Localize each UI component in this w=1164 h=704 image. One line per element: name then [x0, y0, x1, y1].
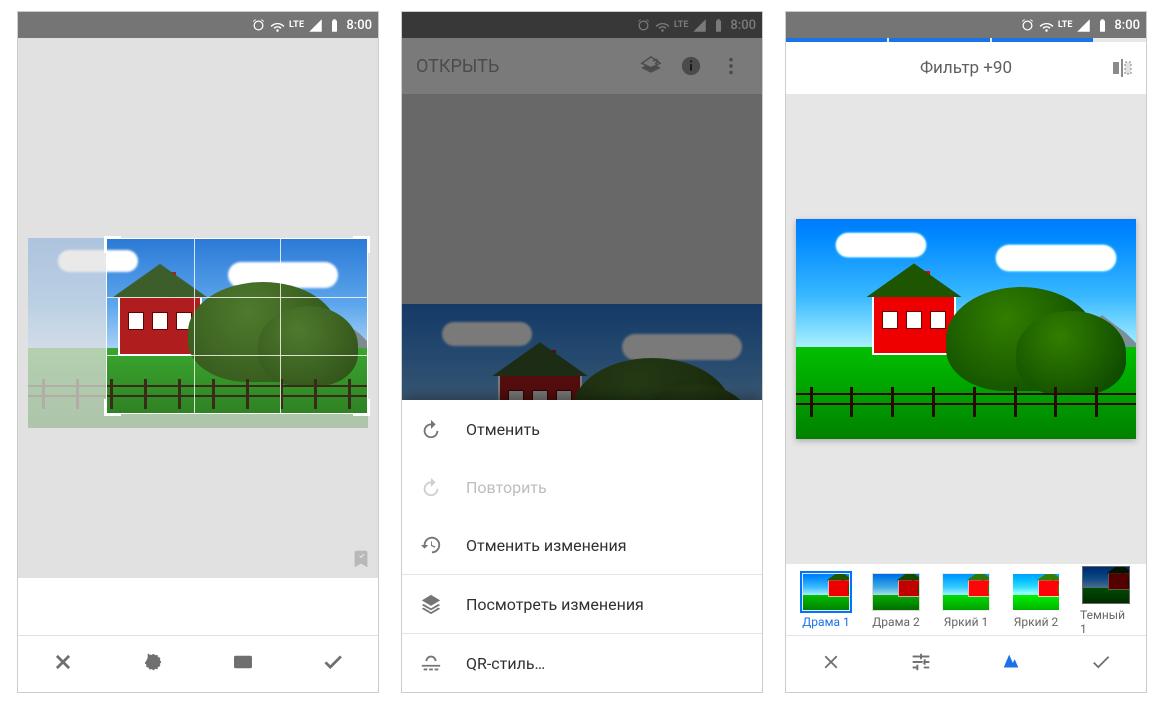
menu-item-view-edits[interactable]: Посмотреть изменения: [402, 575, 762, 633]
wifi-icon: [270, 18, 285, 33]
filter-bottombar: [786, 635, 1146, 692]
preset-thumb[interactable]: Яркий 2: [1010, 573, 1062, 629]
menu-item-qr-style[interactable]: QR-стиль…: [402, 634, 762, 692]
screenshot-edit-menu: LTE 8:00 ОТКРЫТЬ: [402, 12, 762, 692]
crop-canvas[interactable]: [18, 38, 378, 578]
preset-thumb[interactable]: Драма 2: [870, 573, 922, 629]
done-button[interactable]: [322, 651, 344, 677]
crop-handle-tr[interactable]: [353, 236, 370, 253]
battery-icon: [327, 18, 342, 33]
crop-bottombar: [18, 635, 378, 692]
crop-handle-bl[interactable]: [104, 399, 121, 416]
preset-label: Яркий 1: [944, 615, 988, 629]
menu-label: Отменить: [466, 420, 540, 439]
menu-label: Повторить: [466, 478, 547, 497]
signal-icon: [1076, 18, 1091, 33]
done-button[interactable]: [1090, 651, 1112, 677]
preset-thumb[interactable]: Темный 1: [1080, 566, 1132, 636]
preset-thumb[interactable]: Яркий 1: [940, 573, 992, 629]
menu-label: QR-стиль…: [466, 654, 545, 673]
battery-icon: [1095, 18, 1110, 33]
filter-title: Фильтр +90: [920, 58, 1012, 78]
signal-icon: [308, 18, 323, 33]
aspect-button[interactable]: [232, 651, 254, 677]
presets-button[interactable]: [1000, 651, 1022, 677]
crop-handle-tl[interactable]: [104, 236, 121, 253]
preset-thumb[interactable]: Драма 1: [800, 573, 852, 629]
menu-item-redo: Повторить: [402, 458, 762, 516]
crop-overlay[interactable]: [106, 238, 368, 414]
layers-icon: [420, 593, 442, 615]
preset-label: Драма 1: [802, 615, 849, 629]
close-button[interactable]: [52, 651, 74, 677]
screenshot-filter-presets: LTE 8:00 Фильтр +90: [786, 12, 1146, 692]
menu-item-undo[interactable]: Отменить: [402, 400, 762, 458]
status-clock: 8:00: [1114, 18, 1140, 33]
menu-item-revert[interactable]: Отменить изменения: [402, 516, 762, 574]
filter-canvas[interactable]: [786, 94, 1146, 564]
network-label: LTE: [289, 21, 304, 29]
close-button[interactable]: [820, 651, 842, 677]
alarm-icon: [1020, 18, 1035, 33]
preset-strip[interactable]: Драма 1 Драма 2 Яркий 1 Яркий 2 Темный 1: [786, 566, 1146, 636]
crop-handle-br[interactable]: [353, 399, 370, 416]
rotate-button[interactable]: [142, 651, 164, 677]
status-clock: 8:00: [346, 18, 372, 33]
wifi-icon: [1039, 18, 1054, 33]
compare-icon[interactable]: [1110, 56, 1134, 80]
preset-label: Драма 2: [872, 615, 919, 629]
status-bar: LTE 8:00: [18, 12, 378, 38]
menu-label: Посмотреть изменения: [466, 595, 644, 614]
redo-icon: [420, 476, 442, 498]
status-bar: LTE 8:00: [786, 12, 1146, 38]
menu-label: Отменить изменения: [466, 536, 627, 555]
qr-style-icon: [420, 652, 442, 674]
bookmark-icon[interactable]: [350, 548, 372, 570]
preset-label: Яркий 2: [1014, 615, 1058, 629]
network-label: LTE: [1058, 20, 1073, 30]
alarm-icon: [251, 18, 266, 33]
bottom-sheet-menu: Отменить Повторить Отменить изменения По…: [402, 400, 762, 692]
screenshot-crop-tool: LTE 8:00: [18, 12, 378, 692]
preset-label: Темный 1: [1080, 608, 1132, 636]
undo-icon: [420, 418, 442, 440]
filter-header: Фильтр +90: [786, 42, 1146, 94]
history-icon: [420, 534, 442, 556]
tune-button[interactable]: [910, 651, 932, 677]
